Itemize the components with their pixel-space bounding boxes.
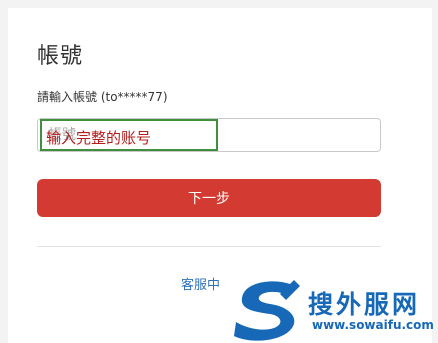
watermark-site-name: 搜外服网: [308, 290, 421, 319]
account-prompt-label: 請輸入帳號 (to*****77): [37, 90, 168, 104]
watermark-logo-icon: [234, 280, 300, 341]
watermark-url: www.sowaifu.com: [312, 318, 434, 332]
account-input[interactable]: [38, 119, 380, 151]
account-input-wrapper[interactable]: [37, 118, 381, 152]
divider: [37, 246, 381, 247]
next-step-button[interactable]: 下一步: [37, 179, 381, 217]
customer-service-link[interactable]: 客服中: [181, 274, 220, 293]
page-title: 帳號: [37, 44, 84, 69]
